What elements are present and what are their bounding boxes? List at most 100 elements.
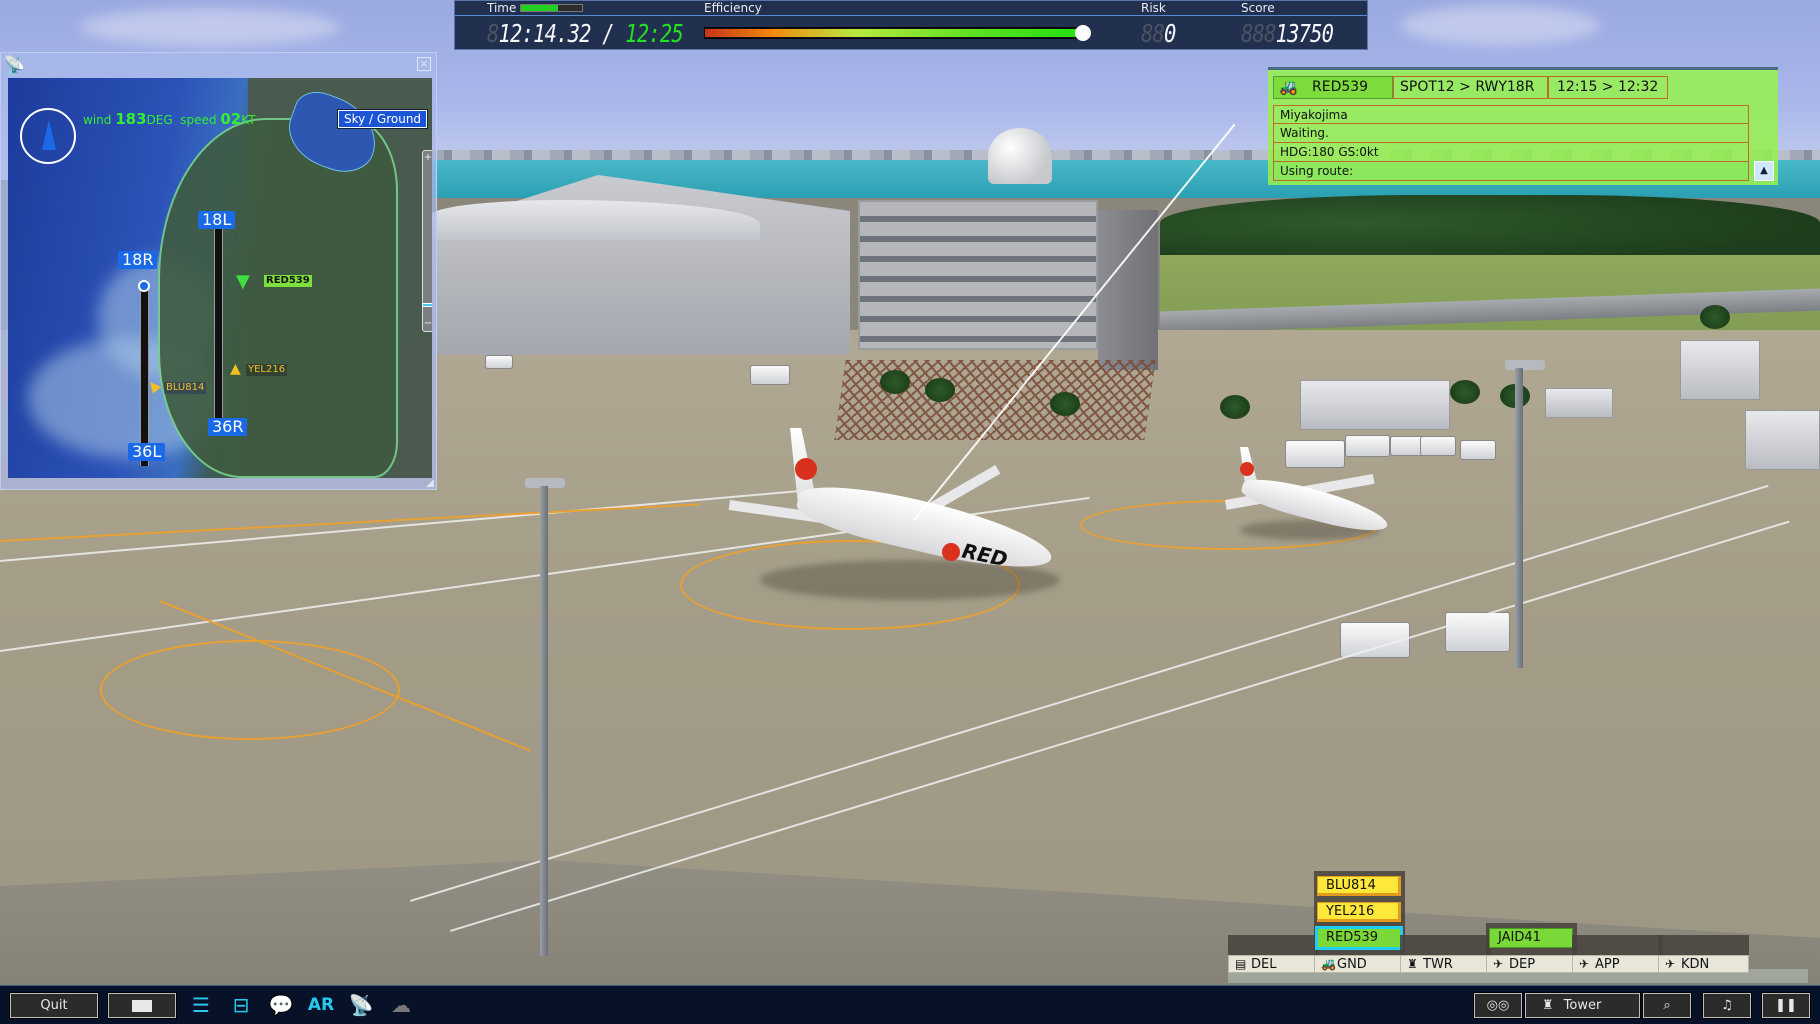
bay-twr[interactable]: ♜ TWR bbox=[1400, 853, 1491, 973]
risk-value: 0 bbox=[1164, 19, 1176, 48]
blast-fence bbox=[834, 360, 1156, 440]
runway-label-36r[interactable]: 36R bbox=[208, 418, 248, 436]
bay-tab-del[interactable]: ▤ DEL bbox=[1228, 955, 1319, 973]
ar-toggle[interactable]: AR bbox=[306, 992, 336, 1018]
bay-label: KDN bbox=[1681, 957, 1710, 972]
bay-tab-gnd[interactable]: 🚜GND bbox=[1314, 955, 1405, 973]
runway-label-36l[interactable]: 36L bbox=[128, 443, 166, 461]
hangar bbox=[1300, 380, 1450, 430]
bay-gnd[interactable]: BLU814 YEL216 RED539 🚜GND bbox=[1314, 853, 1405, 973]
bay-tab-twr[interactable]: ♜ TWR bbox=[1400, 955, 1491, 973]
bay-app[interactable]: ✈ APP bbox=[1572, 853, 1663, 973]
palm-tree bbox=[1220, 395, 1250, 419]
chat-icon[interactable]: 💬 bbox=[266, 992, 296, 1018]
binoculars-icon: ◎◎ bbox=[1486, 998, 1510, 1013]
flight-strip[interactable]: JAID41 bbox=[1489, 928, 1573, 948]
info-callsign: RED539 bbox=[1312, 79, 1369, 95]
airport-island bbox=[158, 118, 398, 478]
weather-icon[interactable]: ☁ bbox=[386, 992, 416, 1018]
search-button[interactable]: ⌕ bbox=[1642, 992, 1692, 1019]
palm-tree bbox=[1700, 305, 1730, 329]
bay-label: DEL bbox=[1251, 957, 1277, 972]
bay-icon: ✈ bbox=[1579, 957, 1590, 971]
quit-button[interactable]: Quit bbox=[9, 992, 99, 1019]
van bbox=[1420, 436, 1456, 456]
pause-icon: ❚❚ bbox=[1775, 998, 1797, 1013]
score-counter: 88813750 bbox=[1241, 19, 1334, 49]
clock-ghost-digit: 8 bbox=[487, 19, 499, 48]
bay-dep[interactable]: JAID41 ✈ DEP bbox=[1486, 853, 1577, 973]
aircraft-marker-yel216[interactable]: ▲ bbox=[230, 361, 241, 377]
window-icon bbox=[132, 999, 152, 1012]
truck bbox=[1285, 440, 1345, 468]
zoom-slider-thumb[interactable] bbox=[422, 303, 432, 307]
runway-label-18r[interactable]: 18R bbox=[118, 251, 158, 269]
palm-tree bbox=[880, 370, 910, 394]
time-label: Time bbox=[487, 1, 517, 15]
pause-button[interactable]: ❚❚ bbox=[1761, 992, 1811, 1019]
end-time: 12:25 bbox=[625, 19, 683, 48]
north-arrow-icon bbox=[42, 120, 56, 150]
info-route-used: Using route: bbox=[1273, 162, 1749, 181]
light-pole bbox=[540, 486, 548, 956]
music-button[interactable]: ♫ bbox=[1702, 992, 1752, 1019]
runway-label-18l[interactable]: 18L bbox=[198, 211, 236, 229]
minimap-map[interactable]: 18L 18R 36R 36L ▼ RED539 ▲ YEL216 ▲ BLU8… bbox=[8, 78, 432, 478]
bay-label: APP bbox=[1595, 957, 1620, 972]
aircraft-info-panel[interactable]: 🚜 RED539 SPOT12 > RWY18R 12:15 > 12:32 M… bbox=[1268, 67, 1778, 185]
minimap-zoom-slider[interactable]: + − bbox=[422, 150, 432, 332]
tower-icon: ♜ bbox=[1542, 998, 1554, 1013]
status-hud: Time Efficiency Risk Score 812:14.32 / 1… bbox=[454, 0, 1368, 50]
score-value: 13750 bbox=[1275, 19, 1334, 48]
flight-strip[interactable]: BLU814 bbox=[1317, 876, 1401, 896]
bay-tab-kdn[interactable]: ✈ KDN bbox=[1658, 955, 1749, 973]
info-heading-speed: HDG:180 GS:0kt bbox=[1273, 143, 1749, 162]
window-toggle-button[interactable] bbox=[107, 992, 177, 1019]
runway-strip-icon[interactable]: ⊟ bbox=[228, 992, 254, 1018]
aircraft-marker-red539[interactable]: ▼ bbox=[236, 271, 250, 292]
light-pole-head bbox=[1505, 360, 1545, 370]
radar-icon[interactable]: 📡 bbox=[346, 992, 376, 1018]
runway-18l-36r bbox=[214, 228, 223, 433]
control-building-side bbox=[1098, 210, 1158, 370]
aircraft-label-red539[interactable]: RED539 bbox=[264, 275, 312, 287]
camera-view-select[interactable]: ♜ Tower bbox=[1524, 992, 1641, 1019]
flight-strip[interactable]: RED539 bbox=[1315, 926, 1403, 950]
efficiency-bar bbox=[704, 25, 1091, 41]
wind-speed-unit: KT bbox=[241, 113, 256, 127]
wind-direction-unit: DEG bbox=[146, 113, 173, 127]
efficiency-fill bbox=[705, 29, 1083, 37]
close-icon[interactable]: × bbox=[417, 57, 431, 71]
bay-del[interactable]: ▤ DEL bbox=[1228, 853, 1319, 973]
sky-ground-toggle[interactable]: Sky / Ground bbox=[336, 109, 429, 129]
palm-tree bbox=[925, 378, 955, 402]
bay-tab-dep[interactable]: ✈ DEP bbox=[1486, 955, 1577, 973]
airline-logo bbox=[1240, 462, 1254, 476]
zoom-out-icon[interactable]: − bbox=[423, 319, 432, 329]
flight-strip[interactable]: YEL216 bbox=[1317, 902, 1401, 922]
score-label: Score bbox=[1241, 1, 1275, 15]
control-building bbox=[858, 200, 1098, 350]
info-collapse-button[interactable]: ▲ bbox=[1754, 161, 1774, 181]
bay-tab-app[interactable]: ✈ APP bbox=[1572, 955, 1663, 973]
truck bbox=[750, 365, 790, 385]
bay-icon: 🚜 bbox=[1321, 957, 1336, 971]
radar-minimap-window[interactable]: 📡 × 18L 18R 36R 36L ▼ RED539 ▲ YEL216 ▲ … bbox=[0, 52, 437, 490]
info-callsign-cell[interactable]: 🚜 RED539 bbox=[1273, 76, 1393, 99]
aircraft-label-blu814[interactable]: BLU814 bbox=[164, 382, 207, 394]
bay-label: TWR bbox=[1423, 957, 1453, 972]
game-clock: 812:14.32 / 12:25 bbox=[487, 19, 684, 49]
wind-readout: wind 183DEG speed 02KT bbox=[83, 110, 256, 128]
bay-kdn[interactable]: ✈ KDN bbox=[1658, 853, 1749, 973]
wind-direction: 183 bbox=[115, 110, 147, 128]
binoculars-button[interactable]: ◎◎ bbox=[1473, 992, 1523, 1019]
music-icon: ♫ bbox=[1721, 998, 1733, 1013]
bay-icon: ♜ bbox=[1407, 957, 1418, 971]
bay-icon: ▤ bbox=[1235, 957, 1247, 971]
bay-strip-stack bbox=[1658, 935, 1749, 955]
resize-handle[interactable] bbox=[426, 479, 434, 487]
info-times: 12:15 > 12:32 bbox=[1548, 76, 1668, 99]
zoom-in-icon[interactable]: + bbox=[423, 153, 432, 163]
aircraft-label-yel216[interactable]: YEL216 bbox=[246, 364, 288, 376]
strip-list-icon[interactable]: ☰ bbox=[188, 992, 214, 1018]
